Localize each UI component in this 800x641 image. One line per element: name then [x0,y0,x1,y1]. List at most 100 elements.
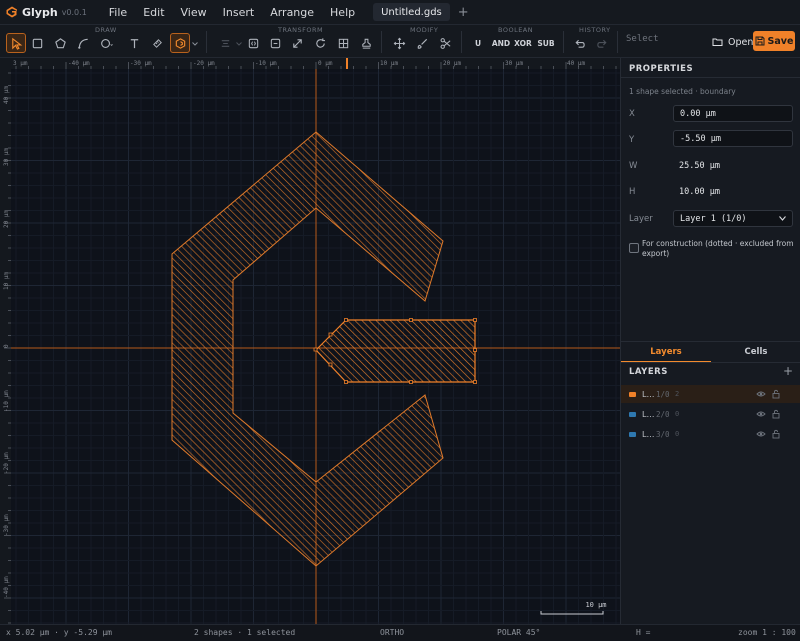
layer-label: Layer [629,214,653,224]
group-button[interactable] [243,33,263,53]
ruler-tool-button[interactable] [147,33,167,53]
open-button[interactable]: Open [707,32,758,52]
vertex-handle[interactable] [328,362,333,367]
text-tool-button[interactable] [124,33,144,53]
move-button[interactable] [389,33,409,53]
add-layer-button[interactable]: + [783,364,793,378]
path-tool-button[interactable] [73,33,93,53]
vertex-handle[interactable] [473,380,477,384]
menu-insert[interactable]: Insert [215,6,263,19]
scale-button[interactable] [287,33,307,53]
lock-icon[interactable] [771,409,781,419]
menu-bar: Glyph v0.0.1 File Edit View Insert Arran… [0,0,800,25]
rectangle-tool-button[interactable] [27,33,47,53]
layer-select[interactable]: Layer 1 (1/0) [673,210,793,227]
eye-icon[interactable] [756,429,766,439]
vertex-handle[interactable] [344,318,348,322]
lock-icon[interactable] [771,429,781,439]
document-tab[interactable]: Untitled.gds [373,3,450,21]
app-version: v0.0.1 [61,7,87,17]
construction-checkbox[interactable] [629,243,639,253]
save-label: Save [767,35,794,47]
vertex-handle[interactable] [344,380,348,384]
y-ruler-label: -30 µm [3,514,10,536]
canvas-svg[interactable]: 3 µm -40 µm -30 µm -20 µm -10 µm 0 µm 10… [0,58,620,624]
menu-view[interactable]: View [173,6,215,19]
tab-layers[interactable]: Layers [621,342,711,362]
layout-canvas[interactable]: 3 µm -40 µm -30 µm -20 µm -10 µm 0 µm 10… [0,58,620,624]
eye-icon[interactable] [756,409,766,419]
rotate-icon [315,37,325,48]
align-icon [221,39,229,47]
array-button[interactable] [333,33,353,53]
toolbar-separator [461,31,462,53]
rectangle-icon [32,38,42,48]
layer-row[interactable]: L… 1/0 2 [621,385,800,403]
circle-tool-button[interactable] [96,33,116,53]
text-icon [130,38,138,48]
ortho-toggle[interactable]: ORTHO [380,628,404,637]
y-input[interactable]: -5.50 µm [673,130,793,147]
boolean-and-button[interactable]: AND [490,33,512,53]
ungroup-button[interactable] [265,33,285,53]
new-tab-button[interactable]: + [458,5,469,20]
toolbar: DRAW TRANSFORM MODIFY BOOLEAN HISTORY U … [0,25,800,58]
panel-divider [621,77,800,78]
move-arrows-icon [393,37,405,49]
eye-icon[interactable] [756,389,766,399]
layer-color-swatch [629,431,636,437]
chevron-down-icon[interactable] [192,42,198,46]
undo-button[interactable] [569,33,589,53]
chevron-down-icon [779,216,786,221]
vertex-handle[interactable] [313,347,318,352]
menu-edit[interactable]: Edit [135,6,172,19]
vertex-handle[interactable] [328,332,333,337]
menu-file[interactable]: File [101,6,135,19]
layer-row[interactable]: L… 2/0 0 [621,405,800,423]
layers-title: LAYERS [629,367,668,377]
x-input[interactable]: 0.00 µm [673,105,793,122]
ruler-icon [152,38,162,48]
save-button[interactable]: Save [753,31,795,51]
stamp-button[interactable] [356,33,376,53]
properties-title: PROPERTIES [629,64,694,74]
x-ruler-label: 30 µm [505,60,523,67]
x-label: X [629,109,635,119]
x-ruler-label: -10 µm [255,60,277,67]
path-curve-icon [77,38,88,49]
polar-toggle[interactable]: POLAR 45° [497,628,540,637]
vertex-handle[interactable] [473,348,477,352]
menu-help[interactable]: Help [322,6,363,19]
select-tool-button[interactable] [6,33,26,53]
layer-shape-count: 0 [675,410,680,418]
layer-number: 3/0 [656,429,670,439]
chevron-down-icon[interactable] [236,42,242,46]
boolean-union-button[interactable]: U [467,33,489,53]
boolean-sub-button[interactable]: SUB [535,33,557,53]
layer-row[interactable]: L… 3/0 0 [621,425,800,443]
tab-cells[interactable]: Cells [711,342,800,362]
scale-bar-label: 10 µm [585,601,606,609]
y-ruler-label: -40 µm [3,576,10,598]
toolbar-separator [381,31,382,53]
x-ruler-label: 40 µm [567,60,585,67]
layer-name: L… [642,389,655,399]
glyph-tool-button[interactable] [170,33,190,53]
layer-number: 1/0 [656,389,670,399]
vertex-handle[interactable] [409,318,413,322]
lock-icon[interactable] [771,389,781,399]
y-ruler-label: 0 [3,344,10,348]
layer-name: L… [642,429,655,439]
align-button[interactable] [215,33,235,53]
offset-button[interactable] [412,33,432,53]
glyph-logo-icon [6,6,17,18]
vertex-handle[interactable] [473,318,477,322]
selected-boundary-shape[interactable] [315,319,476,383]
polygon-tool-button[interactable] [50,33,70,53]
rotate-button[interactable] [310,33,330,53]
cut-button[interactable] [435,33,455,53]
menu-arrange[interactable]: Arrange [262,6,322,19]
boolean-xor-button[interactable]: XOR [512,33,534,53]
vertex-handle[interactable] [409,380,413,384]
redo-button[interactable] [592,33,612,53]
